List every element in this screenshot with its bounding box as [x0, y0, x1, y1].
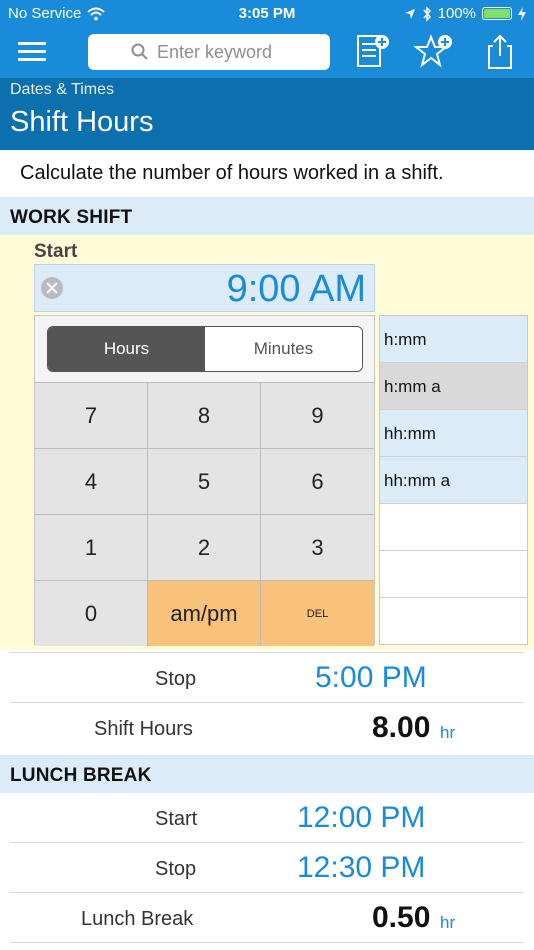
key-7[interactable]: 7 — [35, 382, 148, 448]
lunch-break-label: Lunch Break — [81, 908, 194, 930]
start-label: Start — [34, 241, 78, 262]
nav-bar — [0, 28, 534, 78]
shift-hours-unit: hr — [440, 723, 456, 742]
page-title: Shift Hours — [10, 106, 154, 138]
description: Calculate the number of hours worked in … — [20, 162, 444, 184]
section-heading-lunch-break: LUNCH BREAK — [0, 755, 534, 793]
share-icon[interactable] — [480, 32, 520, 72]
lunch-stop-label: Stop — [155, 858, 197, 880]
format-option-h-mm-a[interactable]: h:mm a — [380, 363, 527, 410]
add-favorite-icon[interactable] — [414, 32, 454, 72]
lunch-stop-value: 12:30 PM — [297, 851, 426, 884]
page-header: Dates & Times Shift Hours — [0, 78, 534, 150]
work-stop-value: 5:00 PM — [315, 661, 427, 694]
key-am-pm[interactable]: am/pm — [148, 580, 261, 646]
add-note-icon[interactable] — [352, 32, 392, 72]
shift-hours-label: Shift Hours — [94, 718, 193, 740]
keypad: Hours Minutes 7 8 9 4 5 6 1 2 3 0 am/pm … — [34, 315, 375, 646]
charging-icon — [518, 6, 526, 21]
lunch-start-label: Start — [155, 808, 198, 830]
key-2[interactable]: 2 — [148, 514, 261, 580]
work-stop-label: Stop — [155, 668, 197, 690]
format-option-hh-mm-a[interactable]: hh:mm a — [380, 457, 527, 504]
section-heading-work-shift: WORK SHIFT — [0, 197, 534, 235]
format-option-h-mm[interactable]: h:mm — [380, 316, 527, 363]
time-format-list: h:mm h:mm a hh:mm hh:mm a — [379, 315, 528, 645]
breadcrumb[interactable]: Dates & Times — [10, 81, 114, 99]
key-3[interactable]: 3 — [261, 514, 374, 580]
lunch-break-row: Lunch Break 0.50 hr — [10, 893, 524, 943]
key-6[interactable]: 6 — [261, 448, 374, 514]
format-option-hh-mm[interactable]: hh:mm — [380, 410, 527, 457]
lunch-stop-row[interactable]: Stop 12:30 PM — [10, 843, 524, 893]
key-delete[interactable]: DEL — [261, 580, 374, 646]
location-arrow-icon — [404, 8, 415, 19]
key-9[interactable]: 9 — [261, 382, 374, 448]
work-stop-row[interactable]: Stop 5:00 PM — [10, 653, 524, 703]
lunch-break-value: 0.50 — [372, 901, 431, 934]
clear-icon[interactable] — [41, 277, 63, 299]
battery-percent: 100% — [437, 5, 476, 22]
bluetooth-icon — [423, 5, 431, 22]
shift-hours-row: Shift Hours 8.00 hr — [10, 703, 524, 753]
lunch-start-row[interactable]: Start 12:00 PM — [10, 793, 524, 843]
start-time-field[interactable]: 9:00 AM — [34, 264, 375, 312]
search-box[interactable] — [88, 34, 330, 70]
status-bar: No Service 3:05 PM 100% — [0, 0, 534, 28]
shift-hours-value: 8.00 — [372, 711, 431, 744]
key-0[interactable]: 0 — [35, 580, 148, 646]
search-input[interactable] — [157, 41, 287, 63]
menu-button[interactable] — [18, 42, 46, 64]
lunch-start-value: 12:00 PM — [297, 801, 426, 834]
battery-icon — [482, 7, 512, 20]
format-option-empty — [380, 504, 527, 551]
hours-minutes-toggle: Hours Minutes — [47, 326, 363, 372]
key-8[interactable]: 8 — [148, 382, 261, 448]
search-icon — [131, 43, 148, 60]
start-time-value: 9:00 AM — [226, 268, 366, 310]
format-option-empty — [380, 551, 527, 598]
lunch-break-unit: hr — [440, 913, 456, 932]
key-5[interactable]: 5 — [148, 448, 261, 514]
segment-hours[interactable]: Hours — [48, 327, 205, 371]
segment-minutes[interactable]: Minutes — [205, 327, 362, 371]
key-4[interactable]: 4 — [35, 448, 148, 514]
key-1[interactable]: 1 — [35, 514, 148, 580]
